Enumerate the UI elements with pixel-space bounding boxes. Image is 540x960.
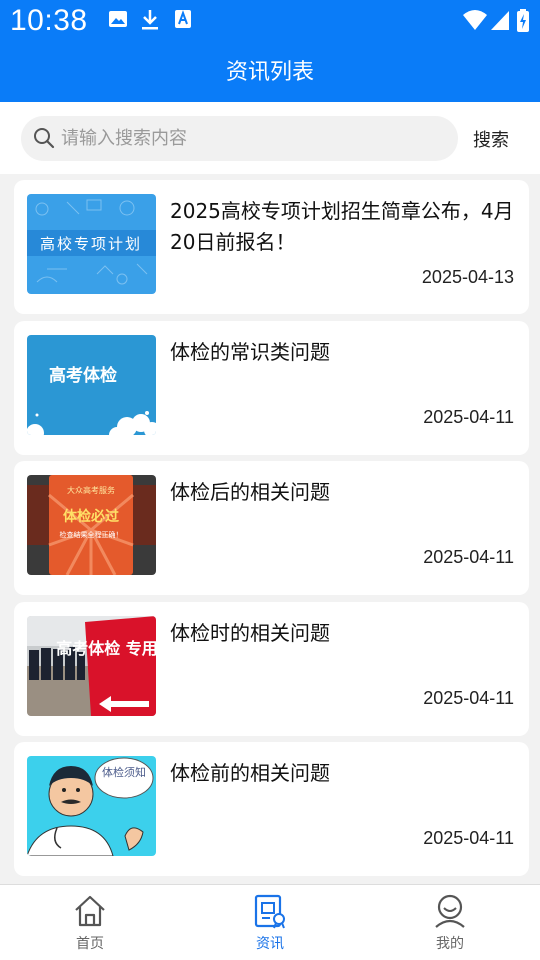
news-title[interactable]: 体检前的相关问题: [170, 758, 514, 789]
news-item[interactable]: 体检须知 体检前的相关问题 2025-04-11: [14, 742, 529, 876]
download-icon: [142, 10, 158, 30]
search-bar: 搜索: [0, 102, 540, 174]
signal-icon: [491, 11, 509, 30]
search-button[interactable]: 搜索: [473, 126, 509, 152]
search-box[interactable]: [21, 116, 458, 161]
tab-profile[interactable]: 我的: [360, 885, 540, 960]
thumb-text: 体检须知: [102, 765, 146, 779]
news-date: 2025-04-13: [421, 267, 514, 287]
news-title[interactable]: 体检后的相关问题: [170, 477, 514, 508]
tab-news[interactable]: 资讯: [180, 885, 360, 960]
status-bar: 10:38: [0, 0, 540, 40]
app-header: 10:38 资讯列表: [0, 0, 540, 102]
news-item[interactable]: 高考体检 专用通道 体检时的相关问题 2025-04-11: [14, 602, 529, 736]
search-icon: [34, 128, 55, 149]
news-date: 2025-04-11: [423, 407, 514, 427]
news-thumbnail: 高考体检: [27, 335, 156, 435]
svg-text:大众高考服务: 大众高考服务: [67, 485, 115, 495]
news-thumbnail: 大众高考服务 体检必过 检查结果全程正确！: [27, 475, 156, 575]
news-date: 2025-04-11: [423, 688, 514, 708]
news-title[interactable]: 体检时的相关问题: [170, 618, 514, 649]
image-icon: [109, 11, 127, 27]
profile-icon: [435, 894, 465, 928]
thumb-text: 高校专项计划: [40, 235, 142, 253]
tab-home[interactable]: 首页: [0, 885, 180, 960]
news-thumbnail: 体检须知: [27, 756, 156, 856]
home-icon: [75, 895, 105, 927]
wifi-icon: [463, 10, 487, 30]
news-item[interactable]: 高考体检 体检的常识类问题 2025-04-11: [14, 321, 529, 455]
tab-label: 资讯: [256, 936, 284, 952]
battery-icon: [517, 9, 529, 32]
tab-label: 我的: [436, 936, 464, 952]
news-thumbnail: 高校专项计划: [27, 194, 156, 294]
status-time: 10:38: [10, 4, 88, 37]
search-input[interactable]: [61, 116, 441, 161]
thumb-text: 高考体检 专用通道: [56, 639, 156, 658]
thumb-text: 高考体检: [49, 365, 117, 386]
news-icon: [254, 894, 285, 929]
news-date: 2025-04-11: [423, 547, 514, 567]
bottom-tab-bar: 首页 资讯 我的: [0, 884, 540, 960]
page-title: 资讯列表: [225, 60, 314, 85]
font-icon: [175, 10, 191, 28]
tab-label: 首页: [76, 936, 104, 952]
thumb-text: 体检必过: [63, 508, 119, 525]
news-date: 2025-04-11: [423, 828, 514, 848]
news-thumbnail: 高考体检 专用通道: [27, 616, 156, 716]
news-title[interactable]: 体检的常识类问题: [170, 337, 514, 368]
news-item[interactable]: 高校专项计划 2025高校专项计划招生简章公布，4月20日前报名！ 2025-0…: [14, 180, 529, 314]
news-item[interactable]: 大众高考服务 体检必过 检查结果全程正确！ 体检后的相关问题 2025-04-1…: [14, 461, 529, 595]
svg-text:检查结果全程正确！: 检查结果全程正确！: [60, 530, 123, 539]
news-title[interactable]: 2025高校专项计划招生简章公布，4月20日前报名！: [170, 196, 514, 258]
